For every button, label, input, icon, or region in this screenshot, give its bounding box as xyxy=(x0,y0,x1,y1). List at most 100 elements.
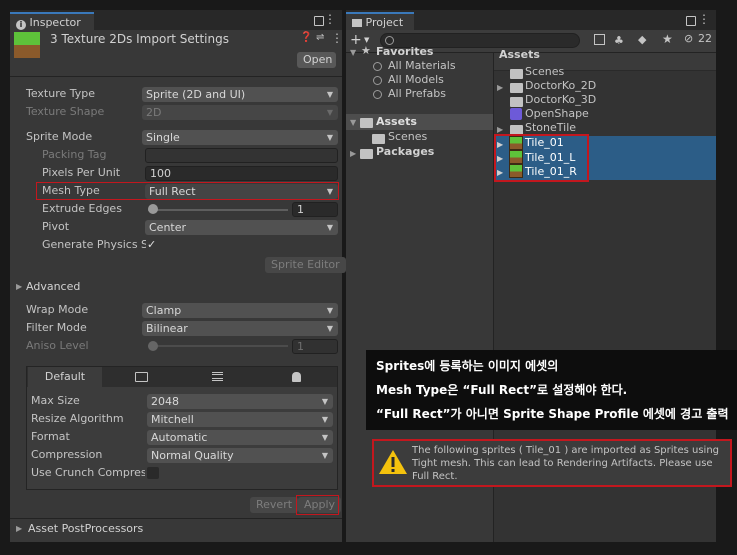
help-icon[interactable]: ❓ xyxy=(300,32,312,43)
pixels-per-unit-field[interactable]: 100 xyxy=(145,166,338,181)
packages-foldout-icon[interactable]: ▶ xyxy=(350,149,356,158)
hidden-packages-count: 22 xyxy=(698,32,712,45)
advanced-foldout-label[interactable]: Advanced xyxy=(26,280,80,294)
kebab-menu-icon[interactable]: ⋮ xyxy=(324,12,336,26)
search-icon xyxy=(385,36,394,45)
chevron-down-icon: ▼ xyxy=(326,324,333,333)
texture-type-dropdown[interactable]: Sprite (2D and UI) ▼ xyxy=(142,87,338,102)
asset-item-scenes[interactable]: Scenes xyxy=(525,65,564,79)
extrude-edges-slider-track[interactable] xyxy=(148,209,288,211)
asset-foldout-icon[interactable]: ▶ xyxy=(497,125,503,134)
header-title: 3 Texture 2Ds Import Settings xyxy=(50,32,229,46)
lock-icon[interactable] xyxy=(314,16,324,26)
header-kebab-icon[interactable]: ⋮ xyxy=(331,31,343,45)
hidden-packages-icon[interactable]: ⊘ xyxy=(684,32,693,45)
texture-shape-value: 2D xyxy=(146,106,162,119)
favorite-star-icon[interactable]: ★ xyxy=(662,32,673,46)
search-by-type-icon[interactable] xyxy=(594,34,605,45)
favorite-item-all-models[interactable]: All Models xyxy=(388,73,444,87)
aniso-level-field: 1 xyxy=(292,339,338,354)
tile-assets-highlight xyxy=(494,134,589,182)
max-size-dropdown[interactable]: 2048 ▼ xyxy=(147,394,333,409)
sprite-mode-dropdown[interactable]: Single ▼ xyxy=(142,130,338,145)
resize-algorithm-value: Mitchell xyxy=(151,413,194,426)
android-icon xyxy=(291,372,301,382)
revert-button[interactable]: Revert xyxy=(250,497,299,513)
sprite-mode-value: Single xyxy=(146,131,180,144)
assets-expanded-icon[interactable]: ▼ xyxy=(350,118,356,127)
plus-icon: + xyxy=(350,32,362,48)
postprocessors-foldout-icon[interactable]: ▶ xyxy=(16,524,22,533)
server-icon xyxy=(211,372,223,381)
generate-physics-checkbox[interactable]: ✓ xyxy=(147,239,159,251)
tab-standalone[interactable] xyxy=(104,367,178,387)
search-icon xyxy=(373,62,382,71)
annotation-line-3: “Full Rect”가 아니면 Sprite Shape Profile 에셋… xyxy=(376,407,729,421)
project-lock-icon[interactable] xyxy=(686,16,696,26)
asset-item-doctorko-3d[interactable]: DoctorKo_3D xyxy=(525,93,596,107)
filter-mode-dropdown[interactable]: Bilinear ▼ xyxy=(142,321,338,336)
compression-value: Normal Quality xyxy=(151,449,234,462)
max-size-label: Max Size xyxy=(31,394,80,407)
wrap-mode-dropdown[interactable]: Clamp ▼ xyxy=(142,303,338,318)
project-kebab-icon[interactable]: ⋮ xyxy=(698,12,710,26)
chevron-down-icon: ▼ xyxy=(326,223,333,232)
search-icon xyxy=(373,90,382,99)
tab-default[interactable]: Default xyxy=(28,367,102,387)
tree-item-packages[interactable]: Packages xyxy=(376,145,434,159)
open-button[interactable]: Open xyxy=(297,52,336,68)
pivot-value: Center xyxy=(149,221,187,234)
tag-icon[interactable]: ◆ xyxy=(638,33,646,46)
warning-message: The following sprites ( Tile_01 ) are im… xyxy=(412,445,720,482)
search-by-label-icon[interactable]: ♣ xyxy=(614,34,624,47)
chevron-down-icon: ▼ xyxy=(326,133,333,142)
asset-foldout-icon[interactable]: ▶ xyxy=(497,83,503,92)
aniso-level-slider-track xyxy=(148,345,288,347)
sprite-editor-button[interactable]: Sprite Editor xyxy=(265,257,346,273)
tab-project[interactable]: Project xyxy=(346,12,414,30)
filter-mode-label: Filter Mode xyxy=(26,321,87,334)
favorite-item-all-prefabs[interactable]: All Prefabs xyxy=(388,87,446,101)
sprite-shape-icon xyxy=(510,108,522,120)
chevron-down-icon: ▼ xyxy=(321,397,328,406)
tree-item-scenes[interactable]: Scenes xyxy=(388,130,427,144)
search-icon xyxy=(373,76,382,85)
asset-item-stonetile[interactable]: StoneTile xyxy=(525,121,576,135)
apply-highlight xyxy=(296,495,339,515)
compression-dropdown[interactable]: Normal Quality ▼ xyxy=(147,448,333,463)
favorites-expanded-icon[interactable]: ▼ xyxy=(350,48,356,57)
extrude-edges-field[interactable]: 1 xyxy=(292,202,338,217)
asset-item-doctorko-2d[interactable]: DoctorKo_2D xyxy=(525,79,596,93)
favorites-label[interactable]: Favorites xyxy=(376,45,433,59)
resize-algorithm-label: Resize Algorithm xyxy=(31,412,124,425)
resize-algorithm-dropdown[interactable]: Mitchell ▼ xyxy=(147,412,333,427)
crunch-checkbox[interactable] xyxy=(147,467,159,479)
footer-divider xyxy=(10,518,342,519)
chevron-down-icon: ▼ xyxy=(326,306,333,315)
format-label: Format xyxy=(31,430,70,443)
asset-breadcrumb[interactable]: Assets xyxy=(499,48,540,62)
wrap-mode-label: Wrap Mode xyxy=(26,303,89,316)
assets-folder-icon xyxy=(360,117,376,130)
chevron-down-icon: ▼ xyxy=(326,108,333,117)
format-dropdown[interactable]: Automatic ▼ xyxy=(147,430,333,445)
preset-icon[interactable]: ⇌ xyxy=(316,32,324,43)
project-tabbar: Project ⋮ xyxy=(346,10,716,30)
pivot-dropdown[interactable]: Center ▼ xyxy=(145,220,338,235)
extrude-edges-slider-thumb[interactable] xyxy=(148,204,158,214)
folder-icon xyxy=(352,19,362,27)
tab-server[interactable] xyxy=(180,367,254,387)
format-value: Automatic xyxy=(151,431,208,444)
postprocessors-label[interactable]: Asset PostProcessors xyxy=(28,522,143,536)
annotation-line-1: Sprites에 등록하는 이미지 에셋의 xyxy=(376,359,559,373)
advanced-foldout-icon[interactable]: ▶ xyxy=(16,282,22,291)
packing-tag-field[interactable] xyxy=(145,148,338,163)
tab-inspector[interactable]: i Inspector xyxy=(10,12,94,30)
favorite-item-all-materials[interactable]: All Materials xyxy=(388,59,456,73)
tab-android[interactable] xyxy=(256,367,336,387)
tree-item-assets[interactable]: Assets xyxy=(376,115,417,129)
wrap-mode-value: Clamp xyxy=(146,304,182,317)
pixels-per-unit-label: Pixels Per Unit xyxy=(42,166,121,179)
aniso-level-label: Aniso Level xyxy=(26,339,89,352)
asset-item-openshape[interactable]: OpenShape xyxy=(525,107,589,121)
